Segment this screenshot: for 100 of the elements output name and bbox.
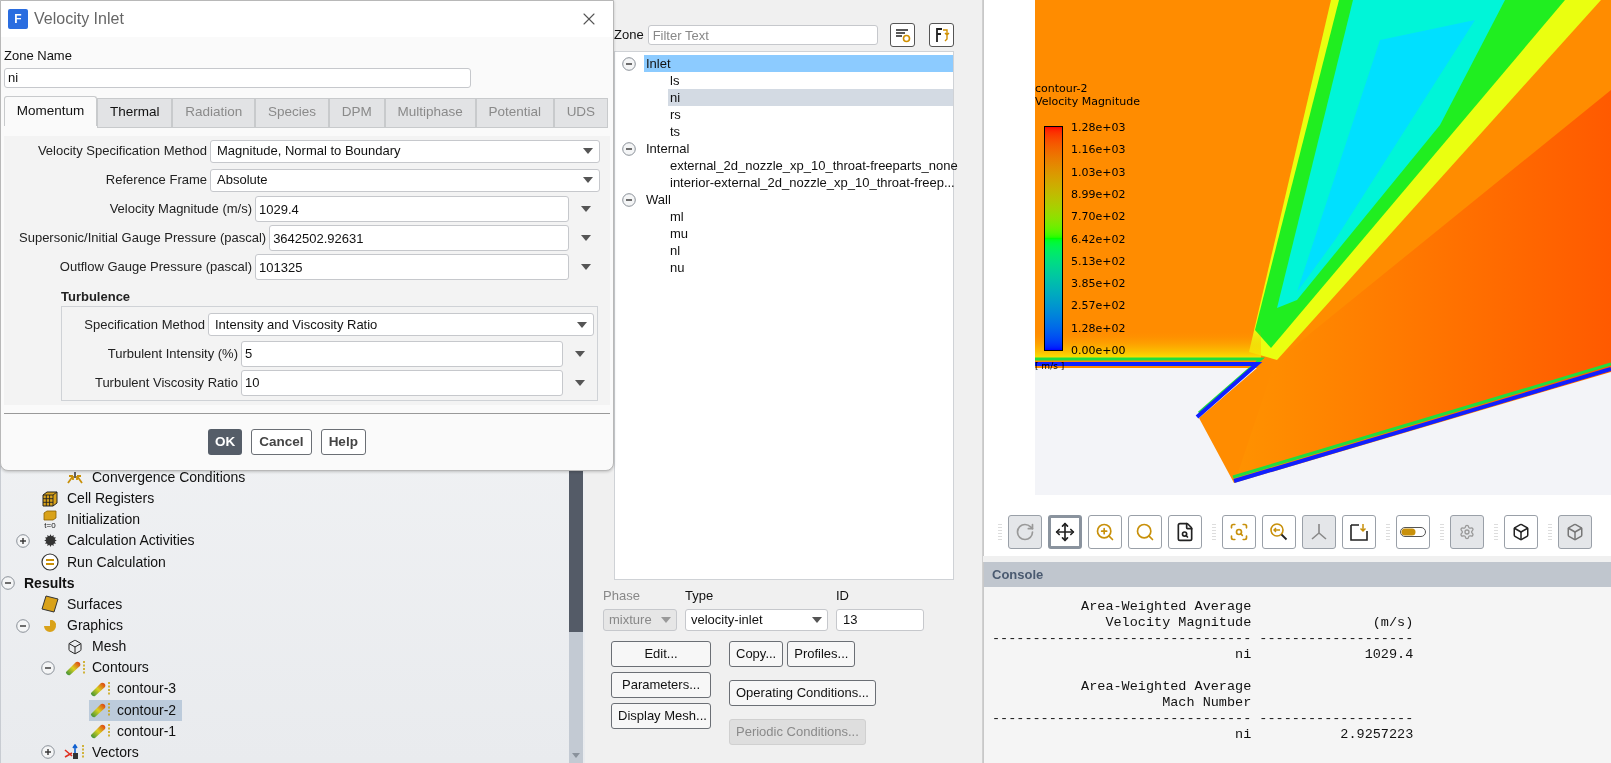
- tree-item[interactable]: Calculation Activities: [39, 530, 201, 552]
- toolbar-grip[interactable]: [1386, 522, 1390, 542]
- console-line: Mach Number: [1161, 695, 1253, 711]
- tree-item[interactable]: contour-3: [89, 678, 183, 700]
- document-search-icon: [1175, 522, 1195, 542]
- expand-icon[interactable]: [41, 745, 55, 760]
- toolbar-button[interactable]: [1048, 515, 1082, 549]
- time-label: t=0: [44, 520, 56, 530]
- settings-icon: [1459, 524, 1475, 540]
- toolbar-button[interactable]: [1342, 515, 1376, 549]
- input-field[interactable]: 1029.4: [255, 196, 569, 222]
- toolbar-grip[interactable]: [1494, 522, 1498, 542]
- zone-group[interactable]: Wall: [644, 191, 953, 208]
- tab[interactable]: Thermal: [97, 97, 173, 128]
- dialog-button[interactable]: OK: [208, 429, 243, 455]
- type-dropdown[interactable]: velocity-inlet: [685, 608, 828, 631]
- toolbar-button[interactable]: [1396, 515, 1430, 549]
- toolbar-grip[interactable]: [998, 522, 1002, 542]
- contour-icon: [64, 659, 86, 676]
- console-header: Console: [983, 562, 1611, 587]
- surface-icon: [41, 595, 59, 614]
- panel-button[interactable]: Profiles...: [787, 640, 856, 667]
- legend-tick: 7.70e+02: [1071, 210, 1126, 224]
- panel-button[interactable]: Operating Conditions...: [729, 679, 876, 706]
- contour-icon: [89, 680, 111, 697]
- toolbar-grip[interactable]: [1548, 522, 1552, 542]
- caret-icon: [581, 264, 591, 270]
- pie-icon: [43, 618, 57, 633]
- tree-item[interactable]: Graphics: [39, 615, 130, 637]
- tree-item[interactable]: t=0 Initialization: [39, 509, 147, 531]
- zone-item[interactable]: rs: [668, 106, 953, 123]
- zone-item[interactable]: mu: [668, 225, 953, 242]
- dropdown[interactable]: Absolute: [210, 168, 600, 192]
- caret-icon: [575, 379, 585, 386]
- dropdown[interactable]: Intensity and Viscosity Ratio: [208, 313, 594, 336]
- toolbar-grip[interactable]: [1440, 522, 1444, 542]
- legend-tick: 5.13e+02: [1071, 254, 1126, 268]
- tree-item[interactable]: Vectors: [64, 741, 145, 763]
- collapse-icon[interactable]: [16, 618, 30, 633]
- zone-item[interactable]: ml: [668, 208, 953, 225]
- tree-item[interactable]: Results: [24, 572, 81, 594]
- field-label: Reference Frame: [104, 171, 207, 190]
- legend-quantity: Velocity Magnitude: [1035, 95, 1140, 108]
- dropdown[interactable]: Magnitude, Normal to Boundary: [210, 139, 600, 163]
- id-field[interactable]: 13: [836, 608, 924, 631]
- input-field[interactable]: 3642502.92631: [269, 225, 569, 251]
- tree-item[interactable]: Convergence Conditions: [64, 467, 252, 489]
- panel-button[interactable]: Display Mesh...: [611, 702, 711, 729]
- collapse-icon[interactable]: [622, 141, 636, 156]
- zone-name-field[interactable]: ni: [4, 67, 471, 88]
- legend-tick: 1.16e+03: [1071, 143, 1126, 157]
- toolbar-grip[interactable]: [1212, 522, 1216, 542]
- input-field[interactable]: 5: [241, 340, 563, 367]
- collapse-icon[interactable]: [1, 576, 15, 591]
- input-field[interactable]: 101325: [255, 254, 569, 280]
- tree-item[interactable]: Cell Registers: [39, 488, 161, 510]
- zone-item[interactable]: nu: [668, 259, 953, 276]
- toolbar-button[interactable]: [1504, 515, 1538, 549]
- zone-item[interactable]: interior-external_2d_nozzle_xp_10_throat-freep...: [668, 174, 955, 191]
- tab[interactable]: Momentum: [4, 95, 98, 126]
- field-label: Turbulent Viscosity Ratio: [93, 373, 238, 392]
- collapse-icon[interactable]: [622, 192, 636, 207]
- dialog-button[interactable]: Cancel: [251, 429, 312, 455]
- zone-item[interactable]: nl: [668, 242, 953, 259]
- panel-button[interactable]: Edit...: [611, 640, 711, 667]
- contour-icon: [89, 723, 111, 740]
- zone-name-label: Zone Name: [4, 47, 73, 65]
- caret-icon: [577, 321, 587, 328]
- tree-item[interactable]: contour-2: [89, 699, 183, 721]
- panel-button[interactable]: Parameters...: [611, 671, 711, 698]
- move-icon: [1055, 522, 1075, 542]
- input-field[interactable]: 10: [241, 369, 563, 396]
- legend-tick: 8.99e+02: [1071, 187, 1126, 201]
- zone-item[interactable]: ts: [668, 123, 953, 140]
- console-line: ni 2.9257223: [1234, 727, 1415, 743]
- zone-group[interactable]: Inlet: [644, 55, 953, 72]
- console-line: Area-Weighted Average: [1080, 679, 1253, 695]
- phase-label: Phase: [603, 587, 641, 605]
- tree-item[interactable]: Run Calculation: [39, 551, 172, 573]
- sort-button[interactable]: [929, 23, 954, 47]
- caret-icon: [583, 148, 593, 154]
- zone-item[interactable]: external_2d_nozzle_xp_10_throat-freeparts_none: [668, 157, 958, 174]
- panel-button[interactable]: Copy...: [729, 640, 784, 667]
- tree-item[interactable]: Mesh: [64, 636, 133, 658]
- group-title: Turbulence: [61, 287, 132, 306]
- zone-group[interactable]: Internal: [644, 140, 953, 157]
- list-filter-icon: [894, 27, 911, 43]
- expand-icon[interactable]: [16, 534, 30, 548]
- tree-item[interactable]: Surfaces: [39, 593, 129, 615]
- toolbar-button[interactable]: [1168, 515, 1202, 549]
- collapse-icon[interactable]: [41, 660, 55, 675]
- tree-item[interactable]: contour-1: [89, 720, 183, 742]
- dialog-button[interactable]: Help: [320, 429, 366, 455]
- zone-item[interactable]: ls: [668, 72, 953, 89]
- field-label: Turbulent Intensity (%): [106, 344, 238, 363]
- filter-field[interactable]: Filter Text: [647, 25, 878, 45]
- filter-button[interactable]: [890, 23, 915, 47]
- zone-item[interactable]: ni: [668, 89, 953, 106]
- collapse-icon[interactable]: [622, 56, 636, 71]
- tree-item[interactable]: Contours: [64, 657, 155, 679]
